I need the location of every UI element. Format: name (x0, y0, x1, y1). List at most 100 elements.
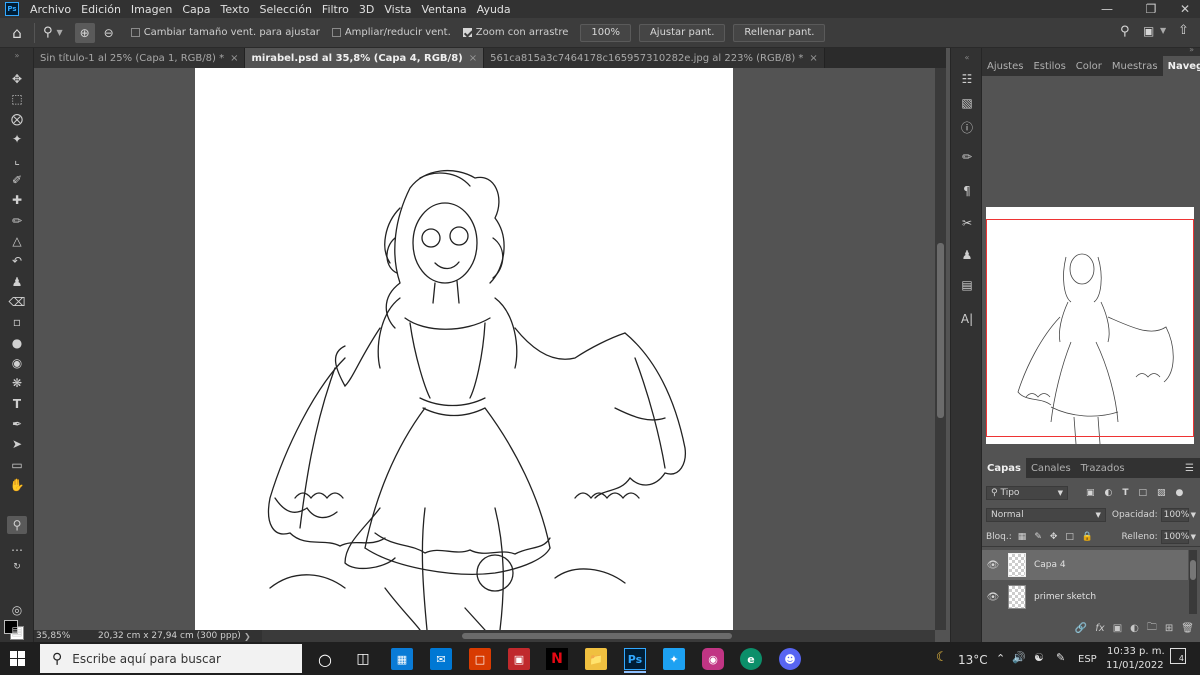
twitter-icon[interactable]: ✦ (663, 648, 685, 670)
eye-icon[interactable]: 👁 (982, 560, 1004, 571)
workspace-icon[interactable]: ▣ (1143, 24, 1154, 38)
scrollbar-thumb[interactable] (937, 243, 944, 418)
pixel-filter-icon[interactable]: ▣ (1086, 488, 1095, 498)
netflix-icon[interactable]: N (546, 648, 568, 670)
pen-tool-icon[interactable]: ✒ (7, 415, 27, 433)
more-tools-icon[interactable]: … (7, 538, 27, 556)
tab-color[interactable]: Color (1071, 56, 1107, 76)
scrollbar-thumb[interactable] (462, 633, 732, 639)
zoom-level[interactable]: 35,85% (34, 631, 98, 641)
tab-ajustes[interactable]: Ajustes (982, 56, 1028, 76)
menu-capa[interactable]: Capa (177, 3, 215, 16)
tab-navegador[interactable]: Navegador (1162, 56, 1200, 76)
edge-icon[interactable]: e (740, 648, 762, 670)
layer-row[interactable]: 👁 Capa 4 (982, 550, 1188, 580)
marquee-tool-icon[interactable]: ⬚ (7, 90, 27, 108)
lock-image-icon[interactable]: ✎ (1034, 532, 1042, 542)
search-icon[interactable]: ⚲ (1120, 24, 1130, 39)
shape-filter-icon[interactable]: □ (1139, 488, 1148, 498)
menu-seleccion[interactable]: Selección (254, 3, 316, 16)
fit-screen-button[interactable]: Ajustar pant. (638, 23, 726, 42)
fill-screen-button[interactable]: Rellenar pant. (733, 23, 826, 42)
close-icon[interactable]: ✕ (1172, 0, 1198, 18)
office-icon[interactable]: □ (469, 648, 491, 670)
eye-icon[interactable]: 👁 (982, 592, 1004, 603)
instagram-icon[interactable]: ◉ (702, 648, 724, 670)
link-layers-icon[interactable]: 🔗 (1075, 623, 1087, 634)
photoshop-taskbar-icon[interactable]: Ps (624, 648, 646, 670)
mail-icon[interactable]: ✉ (430, 648, 452, 670)
tab-trazados[interactable]: Trazados (1076, 458, 1130, 478)
home-icon[interactable]: ⌂ (0, 24, 34, 42)
stamp-tool-icon[interactable]: ♟ (7, 273, 27, 291)
menu-filtro[interactable]: Filtro (317, 3, 354, 16)
zoom-out-icon[interactable]: ⊖ (99, 23, 119, 43)
notifications-icon[interactable]: 4 (1170, 648, 1186, 664)
menu-archivo[interactable]: Archivo (25, 3, 76, 16)
type-filter-icon[interactable]: T (1122, 488, 1128, 498)
tab-document-3[interactable]: 561ca815a3c7464178c165957310282e.jpg al … (484, 48, 825, 68)
character-icon[interactable]: A| (957, 310, 977, 328)
pen-workspace-icon[interactable]: ✎ (1056, 651, 1065, 664)
lock-transparent-icon[interactable]: ▦ (1018, 532, 1027, 542)
zoom-all-checkbox[interactable]: Ampliar/reducir vent. (331, 27, 451, 38)
fill-input[interactable]: 100% (1160, 530, 1189, 544)
layer-filter-select[interactable]: ⚲ Tipo ▼ (986, 486, 1068, 500)
dodge-tool-icon[interactable]: ◉ (7, 354, 27, 372)
history-brush-tool-icon[interactable]: ↶ (7, 252, 27, 270)
lock-artboard-icon[interactable]: □ (1065, 532, 1074, 542)
document-canvas[interactable] (195, 68, 733, 630)
tab-muestras[interactable]: Muestras (1107, 56, 1163, 76)
new-layer-icon[interactable]: ⊞ (1165, 623, 1173, 634)
share-icon[interactable]: ⇧ (1178, 23, 1189, 38)
hand-tool-icon[interactable]: ✋ (7, 476, 27, 494)
minimize-icon[interactable]: — (1094, 0, 1120, 18)
language-indicator[interactable]: ESP (1078, 654, 1097, 665)
rectangle-tool-icon[interactable]: ▭ (7, 456, 27, 474)
chevron-down-icon[interactable]: ▼ (1160, 26, 1166, 35)
weather-temp[interactable]: 13°C (958, 653, 988, 667)
discord-icon[interactable]: ☻ (779, 648, 801, 670)
scrollbar-thumb[interactable] (1190, 560, 1196, 580)
lasso-tool-icon[interactable]: ⨂ (7, 110, 27, 128)
checkbox-box-checked[interactable] (462, 28, 472, 37)
scrubby-zoom-checkbox[interactable]: Zoom con arrastre (462, 27, 568, 38)
navigator-view-box[interactable] (986, 219, 1194, 437)
history-icon[interactable]: ☷ (957, 70, 977, 88)
info-icon[interactable]: ⓘ (957, 118, 977, 136)
menu-ayuda[interactable]: Ayuda (472, 3, 516, 16)
collapse-icon[interactable]: » (7, 51, 27, 60)
collapse-icon[interactable]: » (1189, 45, 1194, 54)
collapse-icon[interactable]: « (957, 53, 977, 62)
zoom-in-icon[interactable]: ⊕ (74, 22, 95, 43)
adjustment-filter-icon[interactable]: ◐ (1105, 488, 1113, 498)
blur-tool-icon[interactable]: ● (7, 334, 27, 352)
taskbar-search[interactable]: ⚲ Escribe aquí para buscar (40, 644, 302, 673)
blend-mode-select[interactable]: Normal ▼ (986, 508, 1106, 522)
sponge-tool-icon[interactable]: ❋ (7, 374, 27, 392)
tab-document-2[interactable]: mirabel.psd al 35,8% (Capa 4, RGB/8) × (245, 48, 485, 68)
properties-icon[interactable]: ▤ (957, 276, 977, 294)
horizontal-scrollbar[interactable] (262, 630, 935, 642)
brush-settings-icon[interactable]: ▧ (957, 94, 977, 112)
store-icon[interactable]: ▦ (391, 648, 413, 670)
menu-edicion[interactable]: Edición (76, 3, 126, 16)
menu-ventana[interactable]: Ventana (416, 3, 471, 16)
layer-style-icon[interactable]: fx (1095, 623, 1104, 634)
type-tool-icon[interactable]: T (7, 395, 27, 413)
chevron-up-icon[interactable]: ⌃ (996, 652, 1005, 665)
close-icon[interactable]: × (469, 53, 477, 64)
menu-imagen[interactable]: Imagen (126, 3, 177, 16)
layer-row[interactable]: 👁 primer sketch (982, 582, 1188, 612)
gift-icon[interactable]: ▣ (508, 648, 530, 670)
layers-scrollbar[interactable] (1189, 550, 1197, 614)
file-explorer-icon[interactable]: 📁 (585, 648, 607, 670)
vertical-scrollbar[interactable] (935, 68, 946, 630)
task-view-icon[interactable]: ◫ (352, 648, 374, 670)
chevron-down-icon[interactable]: ▼ (1191, 511, 1196, 519)
clock-date[interactable]: 11/01/2022 (1106, 660, 1164, 671)
trash-icon[interactable]: 🗑 (1181, 623, 1194, 634)
tool-presets-icon[interactable]: ✂ (957, 214, 977, 232)
magic-wand-tool-icon[interactable]: ✦ (7, 130, 27, 148)
layer-mask-icon[interactable]: ▣ (1113, 623, 1122, 634)
